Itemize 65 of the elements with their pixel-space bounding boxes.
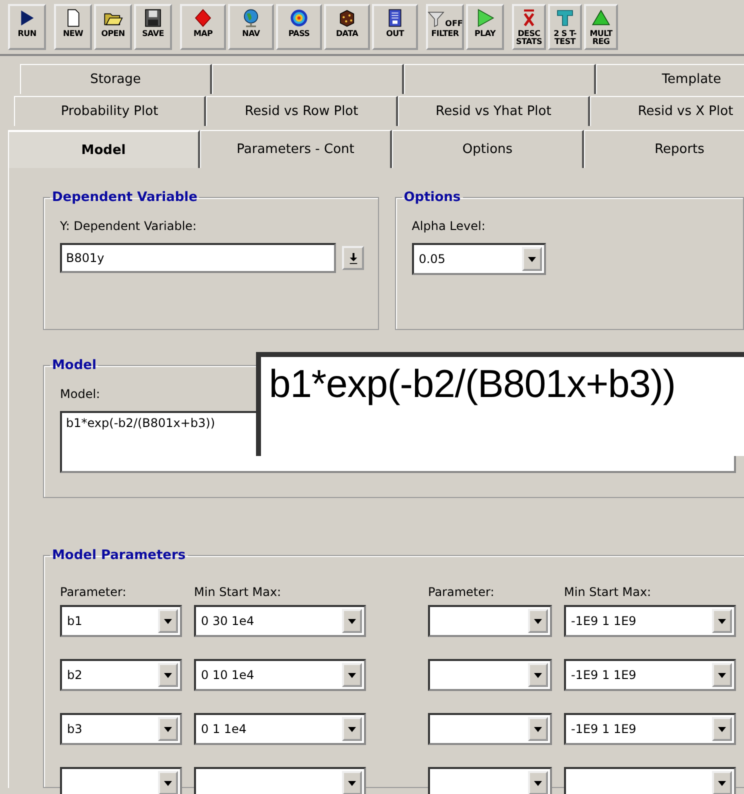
zoomed-formula: b1*exp(-b2/(B801x+b3)) [269,363,676,406]
field-label: Y: Dependent Variable: [60,219,198,233]
dropdown[interactable]: 0 30 1e4 [194,605,366,637]
column-label: Parameter: [60,585,128,599]
field-label: Model: [60,387,102,401]
dropdown[interactable]: 0 10 1e4 [194,659,366,691]
t-icon [555,8,575,28]
field-label: Alpha Level: [412,219,486,233]
dropdown[interactable] [428,659,552,691]
dropdown[interactable]: b1 [60,605,182,637]
down-arrow-icon [348,252,358,264]
tab[interactable]: Parameters - Cont [200,130,392,168]
cube-icon [337,8,357,28]
toolbar-button[interactable]: OPEN [94,4,132,50]
toolbar-button[interactable]: 2 S T-TEST [548,4,582,50]
toolbar-button[interactable]: RUN [8,4,46,50]
toolbar-button[interactable]: SAVE [134,4,172,50]
tab[interactable]: Resid vs Yhat Plot [398,96,590,126]
dropdown[interactable]: -1E9 1 1E9 [564,713,736,745]
toolbar-button[interactable]: NAV [228,4,274,50]
group-title: Model [51,358,98,373]
off-label: OFF [445,19,463,28]
triangle-icon [591,8,611,28]
dropdown[interactable]: -1E9 1 1E9 [564,659,736,691]
column-label: Min Start Max: [564,585,652,599]
dropdown[interactable] [428,767,552,794]
group-title: Dependent Variable [51,190,198,205]
toolbar-button[interactable]: DESC STATS [512,4,546,50]
play-icon [475,8,495,28]
dropdown[interactable] [60,767,182,794]
toolbar-button[interactable]: OUT [372,4,418,50]
select-variable-button[interactable] [342,246,364,270]
tab[interactable]: Template [596,64,744,94]
toolbar-button[interactable]: MULT REG [584,4,618,50]
tab[interactable]: Probability Plot [14,96,206,126]
globe-icon [241,8,261,28]
toolbar-button[interactable]: PLAY [466,4,504,50]
tab[interactable]: Resid vs X Plot [590,96,744,126]
dropdown[interactable]: b3 [60,713,182,745]
column-label: Parameter: [428,585,496,599]
tab[interactable]: Model [8,130,200,168]
dropdown[interactable]: -1E9 1 1E9 [564,605,736,637]
dropdown[interactable]: 0 1 1e4 [194,713,366,745]
dropdown[interactable] [194,767,366,794]
toolbar-button[interactable]: PASS [276,4,322,50]
target-icon [289,8,309,28]
toolbar-button[interactable]: DATA [324,4,370,50]
diamond-icon [193,8,213,28]
tab[interactable]: Reports [584,130,744,168]
toolbar-button[interactable]: OFF FILTER [426,4,464,50]
dropdown[interactable] [428,605,552,637]
group-title: Options [402,190,462,205]
tab[interactable]: Storage [20,64,212,94]
funnel-icon [427,10,446,28]
tab[interactable]: Resid vs Row Plot [206,96,398,126]
dropdown[interactable]: b2 [60,659,182,691]
toolbar-button[interactable]: MAP [180,4,226,50]
dropdown[interactable]: 0.05 [412,243,546,275]
dropdown[interactable] [564,767,736,794]
group-title: Model Parameters [51,548,187,563]
column-label: Min Start Max: [194,585,282,599]
dropdown[interactable] [428,713,552,745]
tab[interactable]: Options [392,130,584,168]
toolbar-button[interactable]: NEW [54,4,92,50]
input-field[interactable]: B801y [60,243,336,273]
